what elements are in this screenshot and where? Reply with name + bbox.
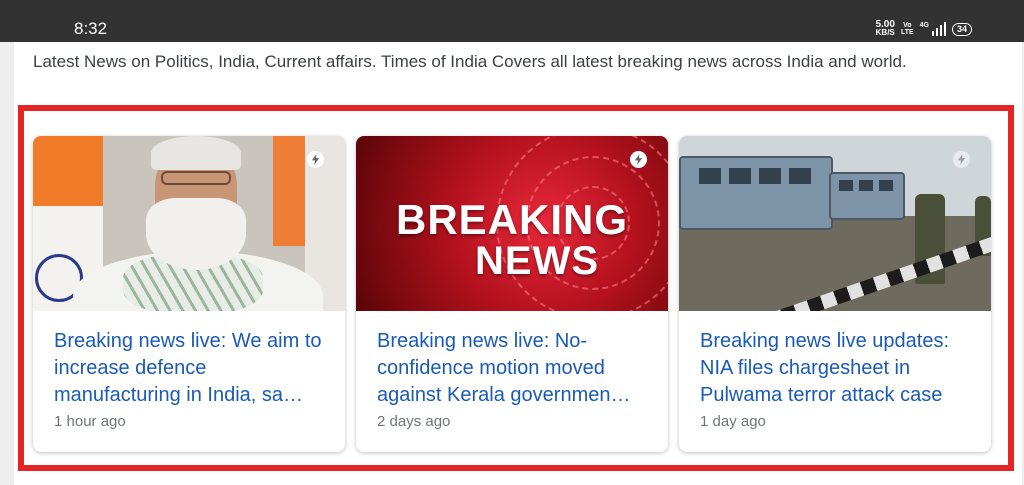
news-headline-link[interactable]: Breaking news live: No-confidence motion… (377, 328, 651, 409)
news-thumbnail (679, 136, 991, 311)
news-card[interactable]: Breaking news live updates: NIA files ch… (679, 136, 991, 452)
result-snippet: Latest News on Politics, India, Current … (33, 52, 907, 71)
network-speed-unit: KB/S (875, 28, 895, 37)
lightning-bolt-icon (307, 151, 324, 168)
news-headline-link[interactable]: Breaking news live updates: NIA files ch… (700, 328, 974, 409)
network-speed-indicator: 5.00 KB/S (875, 20, 895, 37)
news-headline-link[interactable]: Breaking news live: We aim to increase d… (54, 328, 328, 409)
volte-top: Vo (903, 22, 912, 29)
network-type-label: 4G (919, 22, 929, 29)
volte-bottom: LTE (900, 29, 914, 36)
battery-level: 34 (956, 23, 967, 34)
thumbnail-breaking-text: BREAKING (395, 196, 628, 243)
news-thumbnail (33, 136, 345, 311)
volte-icon: Vo LTE (901, 22, 914, 36)
signal-strength-icon: 4G (920, 22, 946, 36)
status-bar: 8:32 5.00 KB/S Vo LTE 4G 34 (0, 0, 1024, 42)
news-card[interactable]: Breaking news live: We aim to increase d… (33, 136, 345, 452)
lightning-bolt-icon (630, 151, 647, 168)
news-timestamp: 1 day ago (700, 413, 766, 430)
status-icons: 5.00 KB/S Vo LTE 4G 34 (875, 20, 972, 38)
news-timestamp: 2 days ago (377, 413, 451, 430)
lightning-bolt-icon (953, 151, 970, 168)
news-thumbnail: BREAKING NEWS (356, 136, 668, 311)
status-time: 8:32 (74, 19, 108, 38)
battery-icon: 34 (951, 22, 972, 36)
thumbnail-news-text: NEWS (475, 239, 599, 283)
news-timestamp: 1 hour ago (54, 413, 126, 430)
news-card[interactable]: BREAKING NEWS Breaking news live: No-con… (356, 136, 668, 452)
